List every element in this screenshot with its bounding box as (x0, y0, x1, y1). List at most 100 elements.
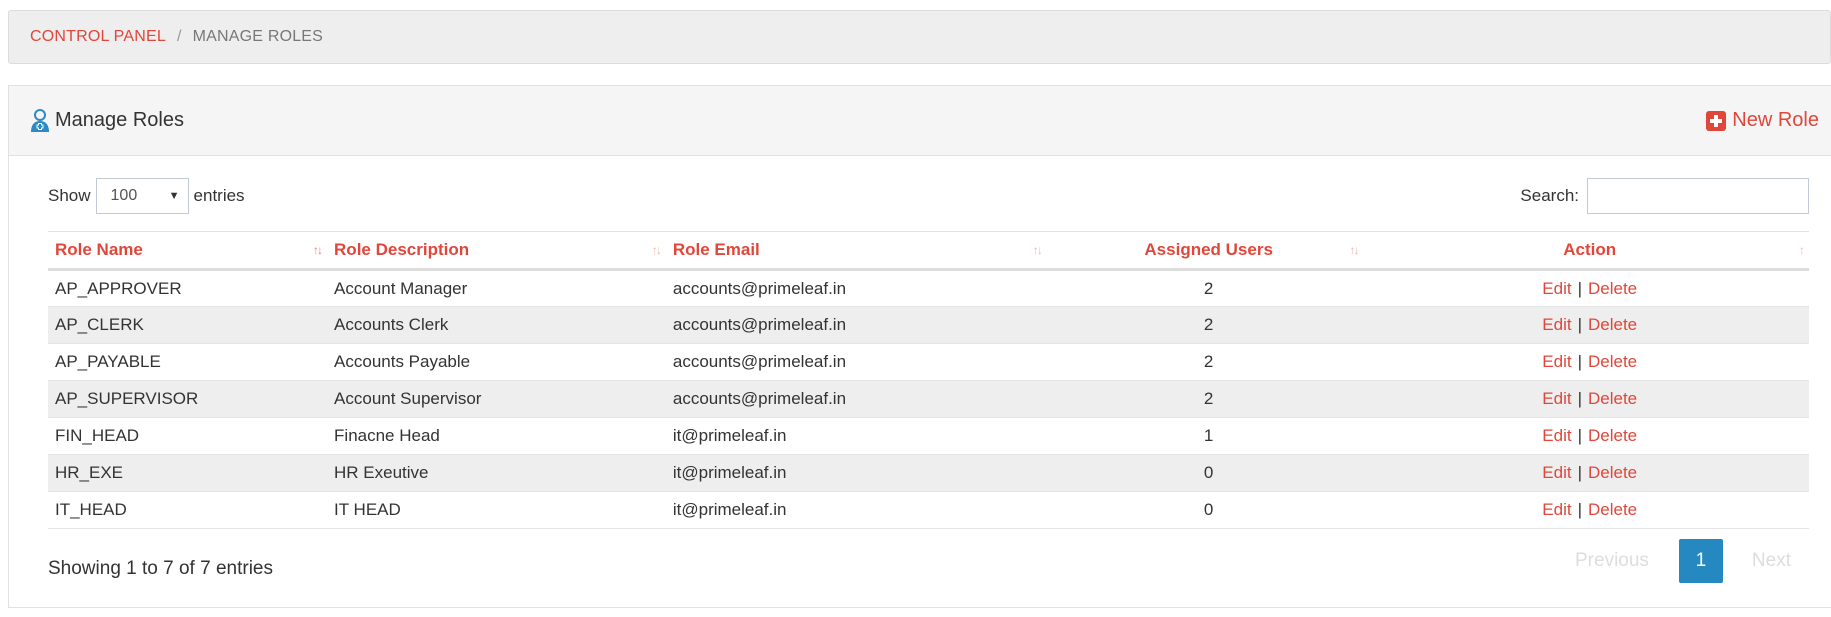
table-row: IT_HEAD IT HEAD it@primeleaf.in 0 Edit | Delet… (48, 491, 1809, 529)
action-cell: Edit | Delete (1363, 491, 1809, 529)
delete-link[interactable]: Delete (1588, 279, 1637, 298)
table-row: AP_SUPERVISOR Account Supervisor accounts@… (48, 380, 1809, 418)
role-name-cell: HR_EXE (48, 454, 328, 492)
role-description-cell: Account Manager (327, 269, 666, 307)
panel-title: Manage Roles (55, 109, 184, 131)
sort-icon: ↑↓ (1032, 243, 1043, 257)
breadcrumb-current: MANAGE ROLES (192, 28, 324, 45)
role-name-cell: AP_APPROVER (48, 269, 328, 307)
sort-icon: ↑↓ (1349, 243, 1359, 257)
action-separator: | (1577, 315, 1582, 334)
role-email-cell: accounts@primeleaf.in (665, 343, 1047, 381)
delete-link[interactable]: Delete (1588, 389, 1637, 408)
action-cell: Edit | Delete (1363, 269, 1809, 307)
new-role-label: New Role (1732, 109, 1819, 131)
assigned-users-cell: 0 (1046, 454, 1364, 492)
action-separator: | (1577, 463, 1582, 482)
breadcrumb: CONTROL PANEL / MANAGE ROLES (8, 10, 1831, 64)
sort-up-icon: ↑ (1799, 243, 1805, 257)
table-row: HR_EXE HR Exeutive it@primeleaf.in 0 Edit | De… (48, 454, 1809, 492)
column-header-role-email[interactable]: Role Email ↑↓ (665, 231, 1047, 271)
table-header-row: Role Name ↑↓ Role Description ↑↓ Role Em… (48, 231, 1809, 271)
delete-link[interactable]: Delete (1588, 500, 1637, 519)
manage-roles-panel: Manage Roles New Role Show 100 ▼ entries… (8, 85, 1831, 608)
column-header-assigned-users[interactable]: Assigned Users ↑↓ (1046, 231, 1364, 271)
assigned-users-cell: 2 (1046, 269, 1364, 307)
table-controls: Show 100 ▼ entries Search: (48, 176, 1809, 216)
role-name-cell: IT_HEAD (48, 491, 328, 529)
action-cell: Edit | Delete (1363, 306, 1809, 344)
role-email-cell: it@primeleaf.in (665, 417, 1047, 455)
role-description-cell: Finacne Head (327, 417, 666, 455)
edit-link[interactable]: Edit (1542, 463, 1571, 482)
page-length-control: Show 100 ▼ entries (48, 178, 245, 214)
column-header-label: Role Email (672, 240, 760, 259)
edit-link[interactable]: Edit (1542, 315, 1571, 334)
assigned-users-cell: 1 (1046, 417, 1364, 455)
role-email-cell: accounts@primeleaf.in (665, 306, 1047, 344)
chevron-down-icon: ▼ (168, 190, 180, 202)
role-name-cell: AP_CLERK (48, 306, 328, 344)
column-header-label: Assigned Users (1144, 240, 1273, 259)
role-description-cell: HR Exeutive (327, 454, 666, 492)
role-email-cell: accounts@primeleaf.in (665, 269, 1047, 307)
column-header-role-description[interactable]: Role Description ↑↓ (327, 231, 666, 271)
show-label: Show (48, 186, 91, 205)
assigned-users-cell: 0 (1046, 491, 1364, 529)
edit-link[interactable]: Edit (1542, 389, 1571, 408)
assigned-users-cell: 2 (1046, 306, 1364, 344)
table-row: FIN_HEAD Finacne Head it@primeleaf.in 1 Edit… (48, 417, 1809, 455)
role-email-cell: it@primeleaf.in (665, 491, 1047, 529)
action-separator: | (1577, 352, 1582, 371)
action-cell: Edit | Delete (1363, 380, 1809, 418)
role-email-cell: it@primeleaf.in (665, 454, 1047, 492)
entries-label: entries (193, 186, 245, 205)
sort-icon: ↑↓ (651, 243, 662, 257)
search-control: Search: (1520, 178, 1809, 214)
edit-link[interactable]: Edit (1542, 426, 1571, 445)
column-header-label: Role Name (55, 240, 143, 259)
edit-link[interactable]: Edit (1542, 279, 1571, 298)
delete-link[interactable]: Delete (1588, 426, 1637, 445)
pagination: Previous 1 Next (1575, 539, 1791, 583)
sort-icon: ↑↓ (313, 243, 323, 257)
table-row: AP_PAYABLE Accounts Payable accounts@prime… (48, 343, 1809, 381)
user-medical-icon (29, 108, 51, 133)
delete-link[interactable]: Delete (1588, 352, 1637, 371)
breadcrumb-control-panel-link[interactable]: CONTROL PANEL (30, 28, 166, 46)
search-input[interactable] (1587, 178, 1809, 214)
breadcrumb-separator: / (176, 28, 182, 45)
column-header-role-name[interactable]: Role Name ↑↓ (48, 231, 328, 271)
column-header-action[interactable]: Action ↑ (1363, 231, 1809, 271)
role-description-cell: Accounts Clerk (327, 306, 666, 344)
edit-link[interactable]: Edit (1542, 352, 1571, 371)
action-separator: | (1577, 426, 1582, 445)
assigned-users-cell: 2 (1046, 380, 1364, 418)
column-header-label: Role Description (334, 240, 470, 259)
table-row: AP_APPROVER Account Manager accounts@prime… (48, 269, 1809, 307)
action-separator: | (1577, 500, 1582, 519)
action-cell: Edit | Delete (1363, 454, 1809, 492)
page-size-select[interactable]: 100 ▼ (95, 178, 189, 214)
delete-link[interactable]: Delete (1588, 463, 1637, 482)
pagination-page-1[interactable]: 1 (1678, 539, 1723, 583)
pagination-next[interactable]: Next (1752, 550, 1791, 572)
new-role-button[interactable]: New Role (1706, 109, 1819, 132)
action-cell: Edit | Delete (1363, 343, 1809, 381)
plus-square-icon (1706, 110, 1727, 131)
assigned-users-cell: 2 (1046, 343, 1364, 381)
role-name-cell: AP_SUPERVISOR (48, 380, 328, 418)
action-separator: | (1577, 389, 1582, 408)
pagination-previous[interactable]: Previous (1575, 550, 1649, 572)
table-row: AP_CLERK Accounts Clerk accounts@primeleaf… (48, 306, 1809, 344)
role-description-cell: Account Supervisor (327, 380, 666, 418)
panel-title-group: Manage Roles (29, 108, 184, 133)
page-size-value: 100 (110, 187, 138, 204)
delete-link[interactable]: Delete (1588, 315, 1637, 334)
role-name-cell: FIN_HEAD (48, 417, 328, 455)
edit-link[interactable]: Edit (1542, 500, 1571, 519)
search-label: Search: (1520, 186, 1579, 205)
action-cell: Edit | Delete (1363, 417, 1809, 455)
action-separator: | (1577, 278, 1582, 298)
role-description-cell: Accounts Payable (327, 343, 666, 381)
